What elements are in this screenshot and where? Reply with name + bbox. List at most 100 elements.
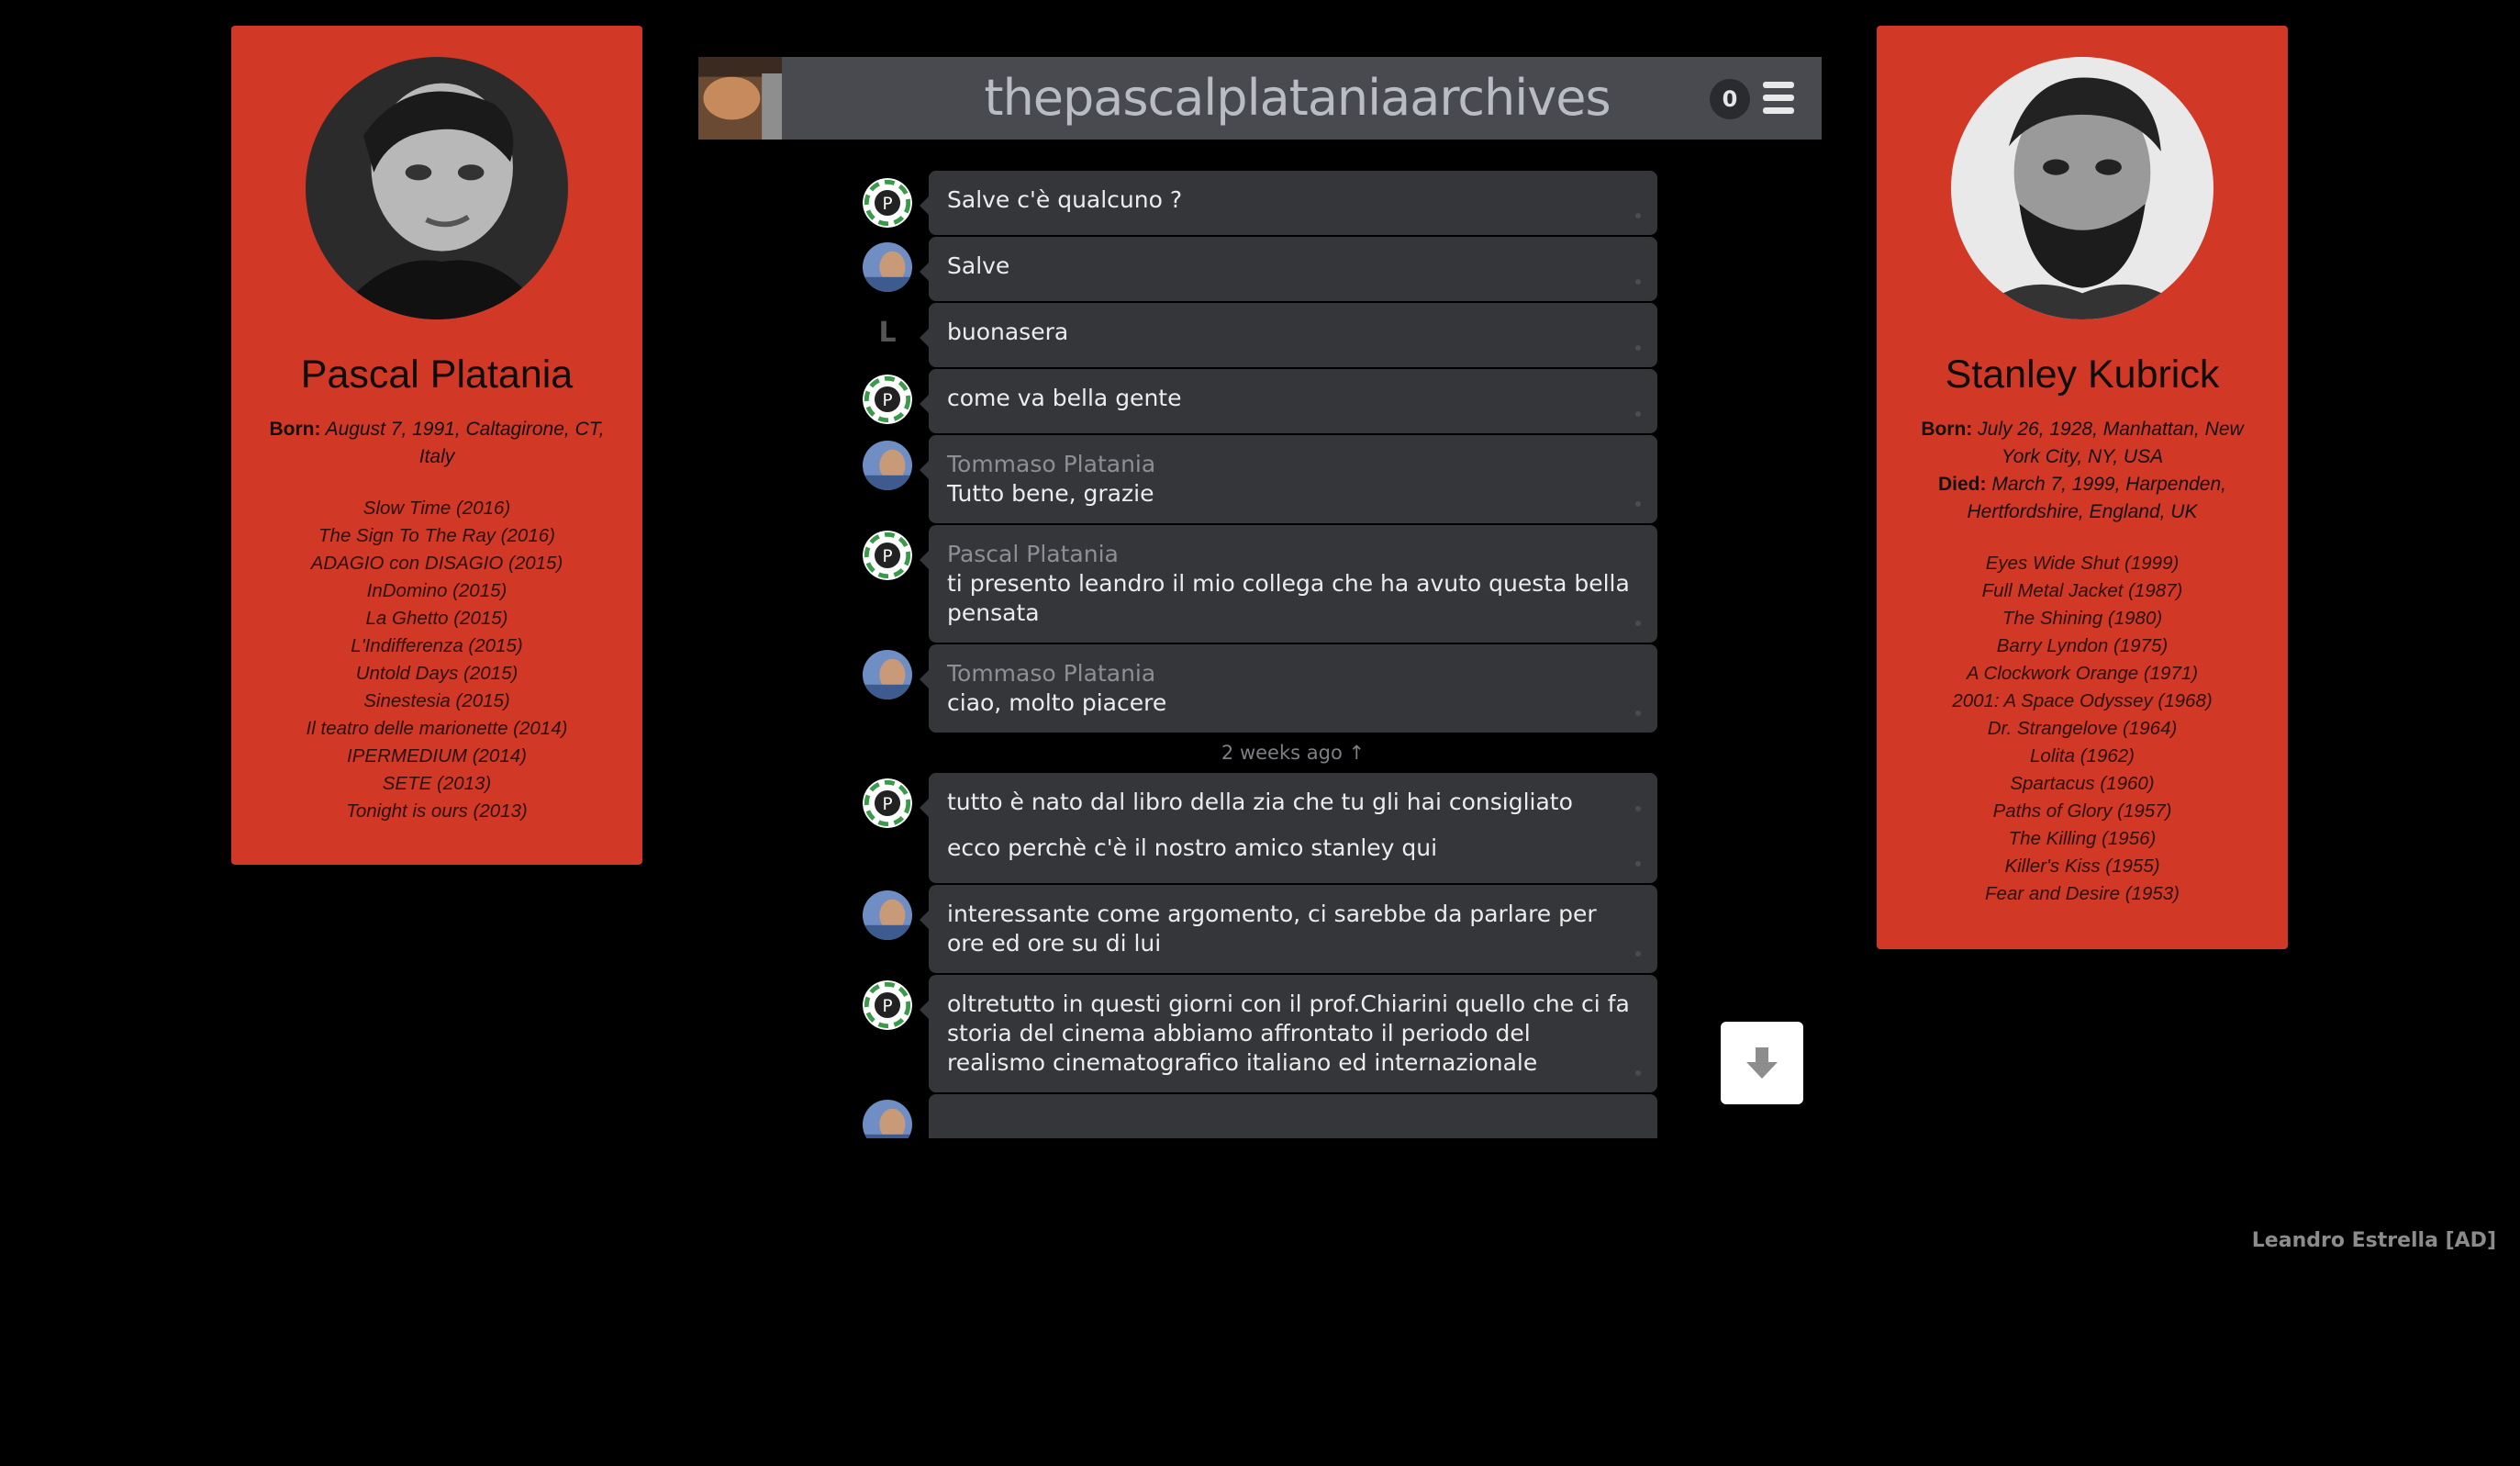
message-group: L buonasera bbox=[853, 303, 1661, 367]
profile-born: Born: July 26, 1928, Manhattan, New York… bbox=[1877, 416, 2288, 471]
film-item: The Shining (1980) bbox=[2002, 608, 2163, 629]
svg-text:P: P bbox=[882, 547, 892, 566]
film-item: La Ghetto (2015) bbox=[365, 608, 508, 629]
film-item: The Killing (1956) bbox=[2008, 828, 2157, 849]
film-item: Paths of Glory (1957) bbox=[1992, 800, 2172, 822]
film-item: Tonight is ours (2013) bbox=[346, 800, 528, 822]
message-text: tutto è nato dal libro della zia che tu … bbox=[947, 789, 1573, 815]
message: Salve bbox=[920, 237, 1657, 301]
film-item: Il teatro delle marionette (2014) bbox=[306, 718, 568, 739]
message: oltretutto in questi giorni con il prof.… bbox=[920, 975, 1657, 1092]
profile-born: Born: August 7, 1991, Caltagirone, CT, I… bbox=[231, 416, 642, 471]
message-group: Salve bbox=[853, 237, 1661, 301]
message-text: ciao, molto piacere bbox=[947, 689, 1167, 716]
filmography-list: Slow Time (2016) The Sign To The Ray (20… bbox=[231, 495, 642, 825]
message-bubble: Tommaso Platania ciao, molto piacere bbox=[920, 644, 1657, 733]
message-text: oltretutto in questi giorni con il prof.… bbox=[947, 990, 1630, 1076]
film-item: InDomino (2015) bbox=[366, 580, 507, 601]
message-text: Tutto bene, grazie bbox=[947, 480, 1154, 507]
message: Tommaso Platania ciao, molto piacere bbox=[920, 644, 1657, 733]
film-item: Dr. Strangelove (1964) bbox=[1987, 718, 2178, 739]
user-avatar-pascal[interactable]: P bbox=[863, 178, 912, 228]
hamburger-menu-icon[interactable] bbox=[1763, 82, 1794, 115]
message-bubble: come va bella gente bbox=[920, 369, 1657, 433]
message: buonasera bbox=[920, 303, 1657, 367]
film-item: Untold Days (2015) bbox=[355, 663, 518, 684]
message-text: come va bella gente bbox=[947, 385, 1182, 411]
svg-text:P: P bbox=[882, 391, 892, 410]
message: Tommaso Platania Tutto bene, grazie bbox=[920, 435, 1657, 523]
born-value: July 26, 1928, Manhattan, New York City,… bbox=[1978, 419, 2244, 467]
message-group: Tommaso Platania ciao, molto piacere bbox=[853, 644, 1661, 733]
profile-card-pascal: Pascal Platania Born: August 7, 1991, Ca… bbox=[231, 26, 642, 865]
film-item: 2001: A Space Odyssey (1968) bbox=[1952, 690, 2213, 711]
arrow-down-icon bbox=[1746, 1047, 1778, 1079]
chat-room-avatar[interactable] bbox=[698, 57, 782, 140]
profile-name: Stanley Kubrick bbox=[1945, 353, 2220, 397]
film-item: Eyes Wide Shut (1999) bbox=[1985, 553, 2180, 574]
footer-credit[interactable]: Leandro Estrella [AD] bbox=[2252, 1229, 2496, 1252]
svg-text:P: P bbox=[882, 795, 892, 814]
film-item: Fear and Desire (1953) bbox=[1985, 883, 2180, 904]
film-item: Lolita (1962) bbox=[2030, 745, 2135, 767]
message-text: ecco perchè c'è il nostro amico stanley … bbox=[947, 834, 1438, 861]
notification-count-badge[interactable]: 0 bbox=[1710, 79, 1750, 119]
svg-text:P: P bbox=[882, 195, 892, 214]
message: Pascal Platania ti presento leandro il m… bbox=[920, 525, 1657, 643]
chat-title: thepascalplataniaarchives bbox=[984, 69, 1611, 127]
scroll-to-bottom-button[interactable] bbox=[1721, 1022, 1803, 1104]
message: tutto è nato dal libro della zia che tu … bbox=[920, 773, 1657, 828]
message: interessante come argomento, ci sarebbe … bbox=[920, 885, 1657, 973]
user-avatar-tommaso[interactable] bbox=[863, 242, 912, 292]
message-bubble: Salve c'è qualcuno ? bbox=[920, 171, 1657, 235]
message-bubble: Pascal Platania ti presento leandro il m… bbox=[920, 525, 1657, 643]
message-text: Salve c'è qualcuno ? bbox=[947, 186, 1183, 213]
user-avatar-pascal[interactable]: P bbox=[863, 980, 912, 1030]
message-bubble bbox=[929, 1094, 1657, 1138]
film-item: SETE (2013) bbox=[382, 773, 492, 794]
chat-header: thepascalplataniaarchives 0 bbox=[698, 57, 1822, 140]
sender-name[interactable]: Tommaso Platania bbox=[947, 450, 1630, 479]
sender-name[interactable]: Pascal Platania bbox=[947, 540, 1630, 569]
died-value: March 7, 1999, Harpenden, Hertfordshire,… bbox=[1967, 474, 2226, 522]
film-item: IPERMEDIUM (2014) bbox=[347, 745, 527, 767]
user-avatar-tommaso[interactable] bbox=[863, 1100, 912, 1138]
chat-messages[interactable]: P Salve c'è qualcuno ? Salve L buonasera… bbox=[853, 171, 1661, 1138]
user-avatar-tommaso[interactable] bbox=[863, 441, 912, 490]
message-bubble: tutto è nato dal libro della zia che tu … bbox=[920, 773, 1657, 883]
user-avatar-tommaso[interactable] bbox=[863, 890, 912, 940]
user-avatar-pascal[interactable]: P bbox=[863, 531, 912, 580]
film-item: A Clockwork Orange (1971) bbox=[1966, 663, 2199, 684]
message-text: ti presento leandro il mio collega che h… bbox=[947, 570, 1630, 626]
profile-photo-kubrick bbox=[1951, 57, 2213, 319]
svg-text:P: P bbox=[882, 997, 892, 1016]
user-avatar-leandro[interactable]: L bbox=[863, 308, 912, 358]
message-bubble: Salve bbox=[920, 237, 1657, 301]
user-avatar-pascal[interactable]: P bbox=[863, 778, 912, 828]
profile-died: Died: March 7, 1999, Harpenden, Hertford… bbox=[1877, 471, 2288, 526]
time-separator[interactable]: 2 weeks ago ↑ bbox=[929, 742, 1657, 764]
user-avatar-tommaso[interactable] bbox=[863, 650, 912, 699]
message-group bbox=[853, 1094, 1661, 1138]
filmography-list: Eyes Wide Shut (1999) Full Metal Jacket … bbox=[1877, 550, 2288, 908]
message-group: P oltretutto in questi giorni con il pro… bbox=[853, 975, 1661, 1092]
film-item: ADAGIO con DISAGIO (2015) bbox=[310, 553, 563, 574]
message-bubble: oltretutto in questi giorni con il prof.… bbox=[920, 975, 1657, 1092]
film-item: Sinestesia (2015) bbox=[363, 690, 510, 711]
film-item: L'Indifferenza (2015) bbox=[351, 635, 523, 656]
born-label: Born: bbox=[269, 419, 321, 440]
message-group: P Pascal Platania ti presento leandro il… bbox=[853, 525, 1661, 643]
message-bubble: buonasera bbox=[920, 303, 1657, 367]
film-item: Slow Time (2016) bbox=[362, 498, 511, 519]
sender-name[interactable]: Tommaso Platania bbox=[947, 659, 1630, 688]
message: come va bella gente bbox=[920, 369, 1657, 433]
message-bubble: Tommaso Platania Tutto bene, grazie bbox=[920, 435, 1657, 523]
message-bubble: interessante come argomento, ci sarebbe … bbox=[920, 885, 1657, 973]
user-avatar-pascal[interactable]: P bbox=[863, 375, 912, 424]
message-group: P come va bella gente bbox=[853, 369, 1661, 433]
died-label: Died: bbox=[1937, 474, 1987, 495]
profile-name: Pascal Platania bbox=[300, 353, 574, 397]
message-group: Tommaso Platania Tutto bene, grazie bbox=[853, 435, 1661, 523]
profile-photo-pascal bbox=[306, 57, 568, 319]
born-value: August 7, 1991, Caltagirone, CT, Italy bbox=[325, 419, 605, 467]
